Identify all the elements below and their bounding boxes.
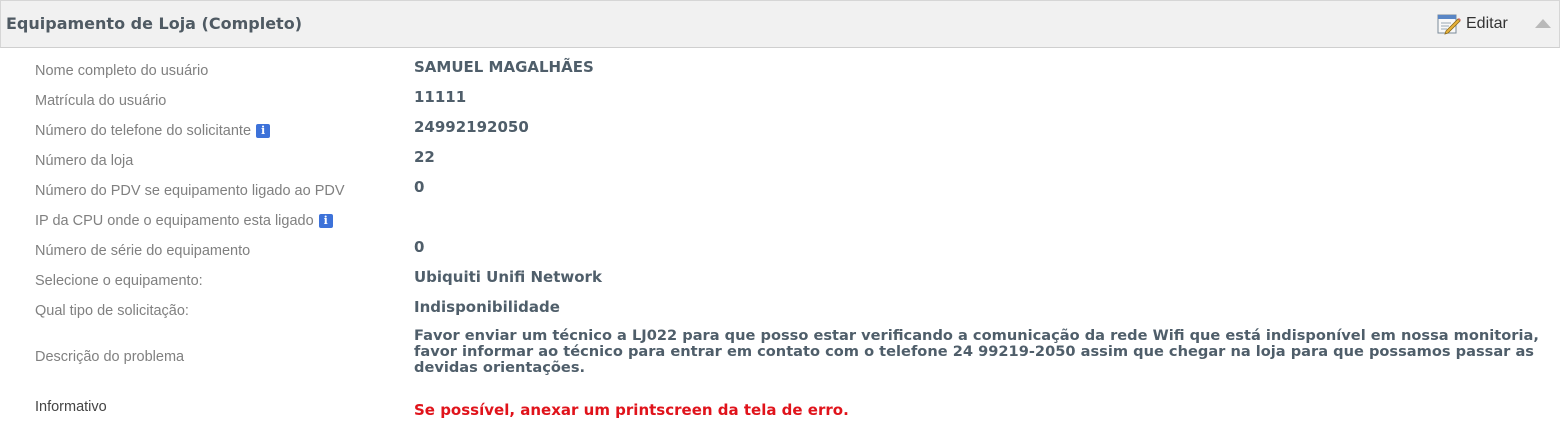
- edit-icon: [1437, 14, 1461, 35]
- edit-label: Editar: [1466, 15, 1508, 32]
- field-label: IP da CPU onde o equipamento esta ligado…: [35, 213, 333, 229]
- field-value: Favor enviar um técnico a LJ022 para que…: [414, 327, 1539, 376]
- edit-button[interactable]: Editar: [1437, 13, 1508, 35]
- equipment-panel: Equipamento de Loja (Completo) Editar No…: [0, 0, 1560, 440]
- field-label: Nome completo do usuário: [35, 63, 209, 79]
- field-label: Número de série do equipamento: [35, 243, 251, 259]
- info-icon[interactable]: i: [318, 214, 333, 228]
- warning-text: Se possível, anexar um printscreen da te…: [414, 401, 849, 419]
- field-label: Número do telefone do solicitante i: [35, 123, 271, 139]
- field-value: 24992192050: [414, 118, 529, 136]
- field-label: Matrícula do usuário: [35, 93, 167, 109]
- panel-title: Equipamento de Loja (Completo): [6, 14, 303, 33]
- info-icon[interactable]: i: [256, 124, 271, 138]
- field-value: 22: [414, 148, 435, 166]
- field-value: Ubiquiti Unifi Network: [414, 268, 602, 286]
- field-label: Descrição do problema: [35, 349, 185, 365]
- field-value: 11111: [414, 88, 467, 106]
- field-label: Informativo: [35, 399, 107, 415]
- field-label: Qual tipo de solicitação:: [35, 303, 189, 319]
- collapse-arrow-icon[interactable]: [1535, 19, 1551, 28]
- field-label: Número do PDV se equipamento ligado ao P…: [35, 183, 345, 199]
- field-value: Indisponibilidade: [414, 298, 560, 316]
- field-label: Selecione o equipamento:: [35, 273, 203, 289]
- field-value: 0: [414, 238, 425, 256]
- field-label: Número da loja: [35, 153, 134, 169]
- field-value: 0: [414, 178, 425, 196]
- panel-header: Equipamento de Loja (Completo) Editar: [0, 0, 1560, 48]
- field-value: SAMUEL MAGALHÃES: [414, 58, 594, 76]
